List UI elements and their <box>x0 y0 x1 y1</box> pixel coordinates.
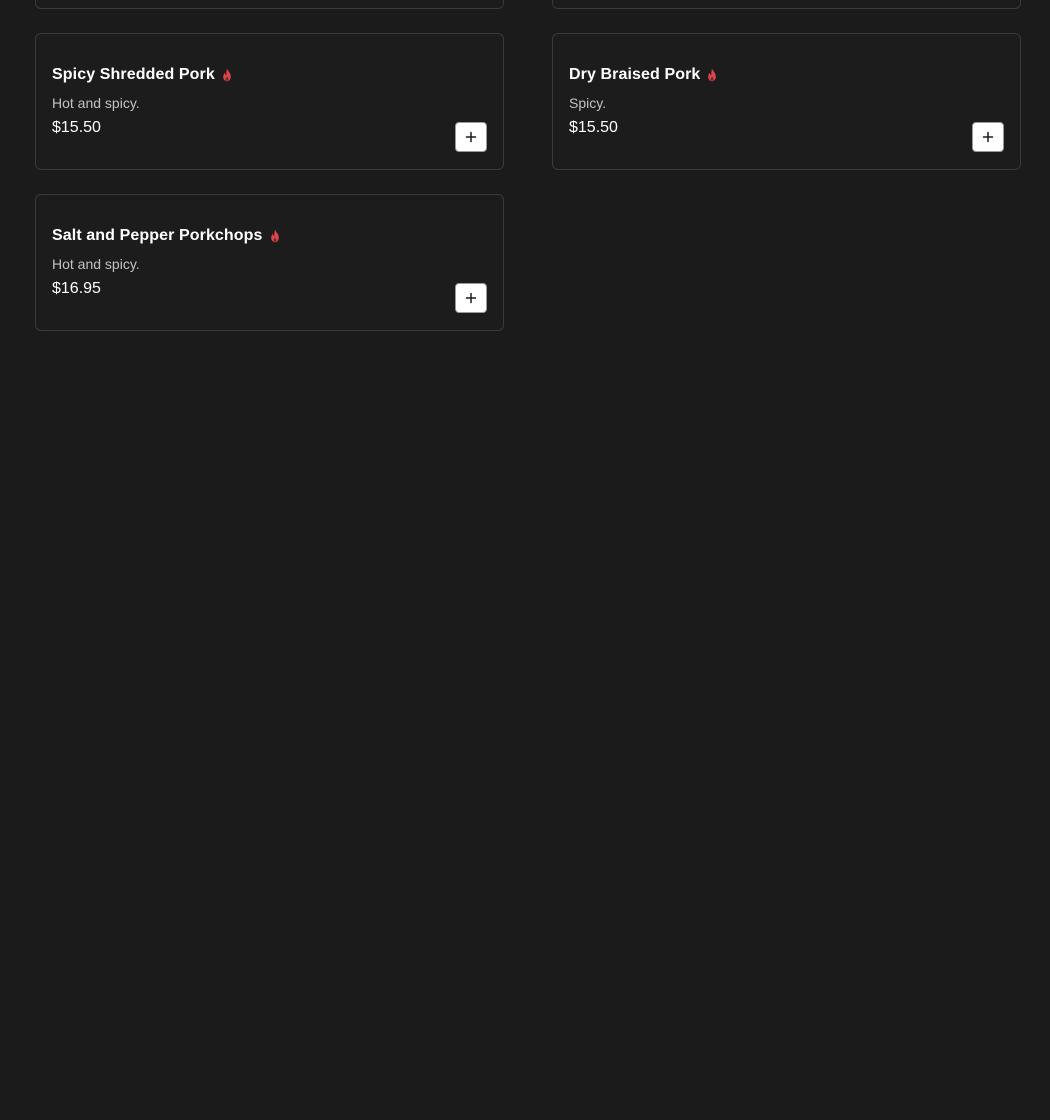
menu-item-price: $15.50 <box>569 119 618 136</box>
plus-icon <box>465 131 477 143</box>
menu-item-description: Hot and spicy. <box>52 256 140 272</box>
menu-item-price: $16.95 <box>52 280 101 297</box>
menu-item-description: Hot and spicy. <box>52 95 140 111</box>
plus-icon <box>465 292 477 304</box>
menu-item-name: Salt and Pepper Porkchops <box>52 227 263 244</box>
add-to-cart-button[interactable] <box>972 122 1004 152</box>
menu-item-description: Spicy. <box>569 95 607 111</box>
menu-item-name: Spicy Shredded Pork <box>52 66 215 83</box>
menu-item-header: Spicy Shredded Pork <box>52 66 233 84</box>
menu-item-header: Dry Braised Pork <box>569 66 718 84</box>
flame-icon <box>270 229 279 243</box>
plus-icon <box>982 131 994 143</box>
menu-item-card-partial[interactable] <box>552 0 1021 9</box>
add-to-cart-button[interactable] <box>455 122 487 152</box>
flame-icon <box>223 68 231 82</box>
flame-icon <box>708 68 717 82</box>
menu-item-card-partial[interactable] <box>35 0 504 9</box>
menu-item-name: Dry Braised Pork <box>569 66 701 83</box>
add-to-cart-button[interactable] <box>455 283 487 313</box>
menu-item-price: $15.50 <box>52 119 101 136</box>
menu-item-card[interactable]: Dry Braised Pork Spicy. $15.50 <box>552 33 1021 170</box>
menu-item-card[interactable]: Spicy Shredded Pork Hot and spicy. $15.5… <box>35 33 504 170</box>
menu-item-card[interactable]: Salt and Pepper Porkchops Hot and spicy.… <box>35 194 504 331</box>
menu-item-header: Salt and Pepper Porkchops <box>52 227 281 245</box>
